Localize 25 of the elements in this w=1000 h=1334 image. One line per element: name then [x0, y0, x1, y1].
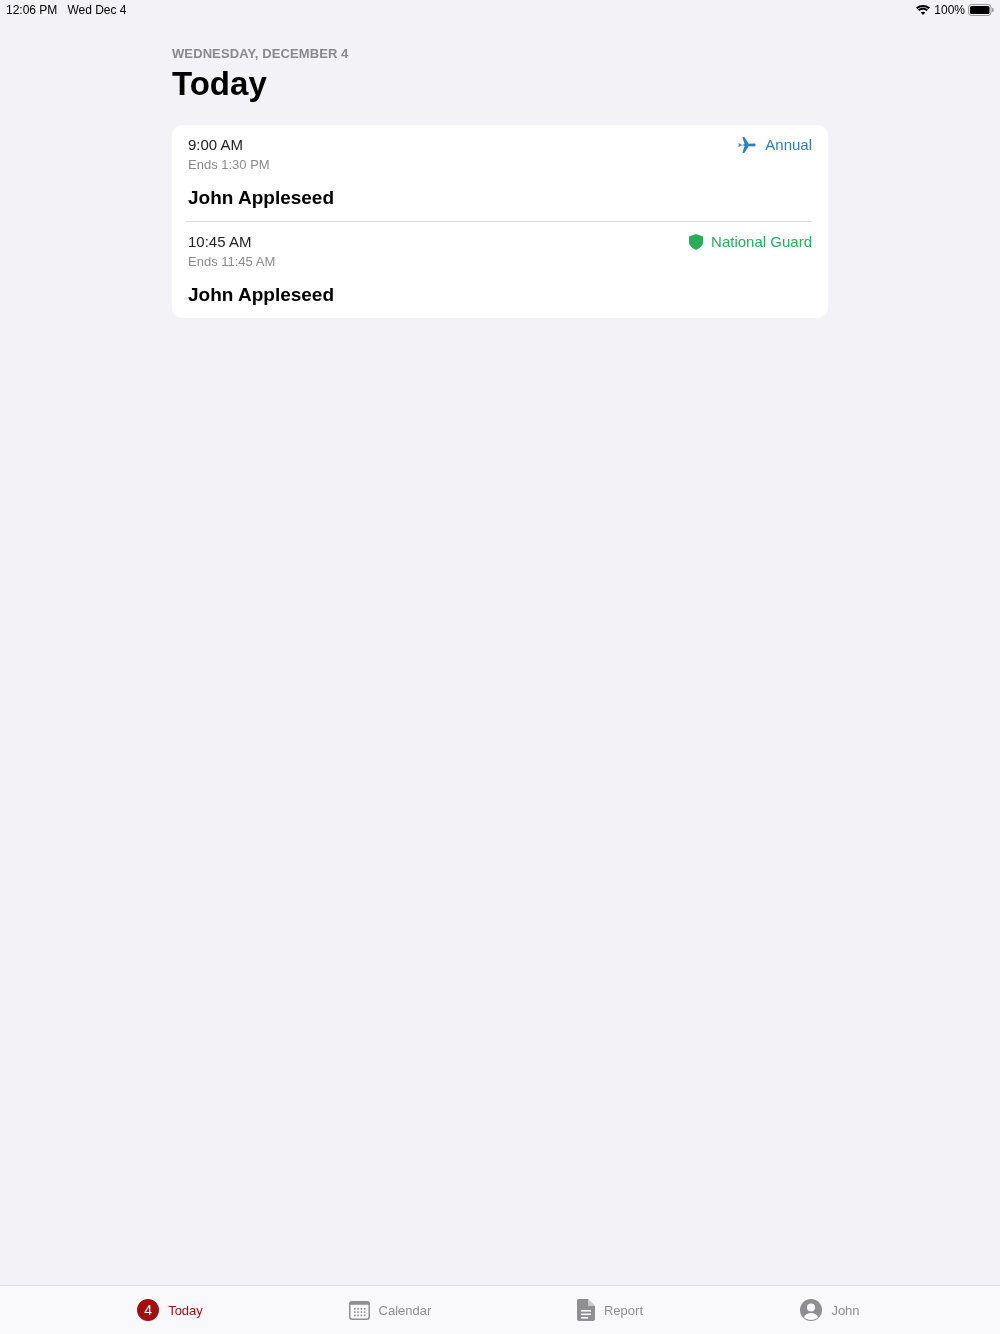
battery-icon: [968, 4, 994, 16]
event-person-name: John Appleseed: [188, 186, 336, 210]
event-start-time: 10:45 AM: [188, 233, 253, 251]
event-person-name: John Appleseed: [188, 283, 336, 307]
day-badge-icon: 4: [137, 1299, 160, 1321]
wifi-icon: [916, 5, 931, 15]
battery-percent: 100%: [934, 3, 965, 17]
tab-bar-item[interactable]: John: [798, 1295, 862, 1325]
event-category-label: Annual: [765, 136, 812, 154]
event-start-time: 9:00 AM: [188, 136, 245, 154]
event-end-time: Ends 1:30 PM: [188, 156, 271, 174]
tab-bar-item[interactable]: Calendar: [346, 1296, 434, 1324]
date-heading: WEDNESDAY, DECEMBER 4: [172, 46, 350, 62]
page-title: Today: [172, 64, 268, 104]
shield-icon: [689, 234, 704, 250]
calendar-icon: [348, 1300, 370, 1320]
event-end-time: Ends 11:45 AM: [188, 253, 277, 271]
person-icon: [800, 1299, 823, 1321]
event-category-label: National Guard: [711, 233, 812, 251]
status-time: 12:06 PM: [6, 3, 58, 17]
status-date: Wed Dec 4: [67, 3, 127, 17]
tab-bar-item[interactable]: 4 Today: [135, 1295, 205, 1325]
document-icon: [577, 1299, 595, 1321]
airplane-icon: [738, 137, 758, 153]
tab-bar-item[interactable]: Report: [575, 1295, 645, 1325]
